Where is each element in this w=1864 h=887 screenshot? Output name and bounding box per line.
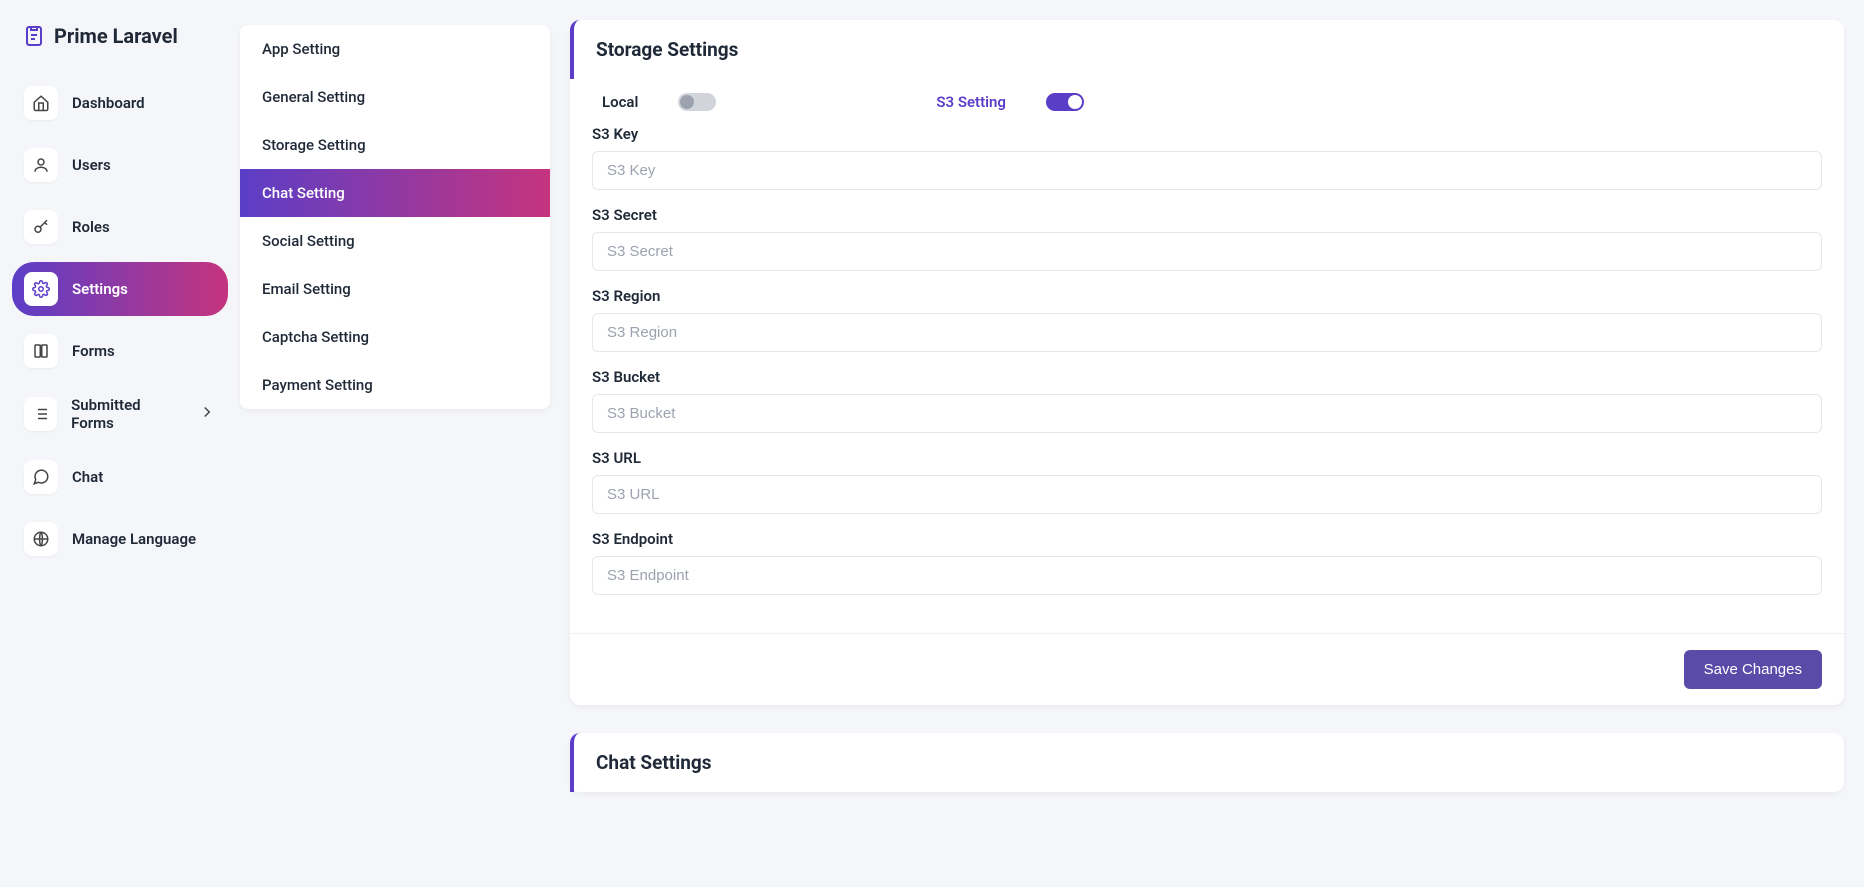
key-icon — [24, 210, 58, 244]
logo-text: Prime Laravel — [54, 24, 178, 48]
s3-region-label: S3 Region — [592, 287, 1822, 305]
forms-icon — [24, 334, 58, 368]
subnav-storage-setting[interactable]: Storage Setting — [240, 121, 550, 169]
s3-secret-input[interactable] — [592, 232, 1822, 271]
sidebar-item-manage-language[interactable]: Manage Language — [12, 512, 228, 566]
list-icon — [24, 397, 57, 431]
chat-icon — [24, 460, 58, 494]
sidebar-item-users[interactable]: Users — [12, 138, 228, 192]
sidebar-item-label: Forms — [72, 342, 115, 360]
logo[interactable]: Prime Laravel — [12, 18, 228, 68]
sidebar-item-settings[interactable]: Settings — [12, 262, 228, 316]
s3-endpoint-label: S3 Endpoint — [592, 530, 1822, 548]
sidebar-item-roles[interactable]: Roles — [12, 200, 228, 254]
s3-key-label: S3 Key — [592, 125, 1822, 143]
sidebar-main: Prime Laravel Dashboard Users Roles Sett… — [0, 0, 240, 887]
s3-url-label: S3 URL — [592, 449, 1822, 467]
subnav-general-setting[interactable]: General Setting — [240, 73, 550, 121]
s3-bucket-label: S3 Bucket — [592, 368, 1822, 386]
main-content: Storage Settings Local S3 Setting S3 Key — [550, 0, 1864, 887]
s3-url-input[interactable] — [592, 475, 1822, 514]
sidebar-item-label: Users — [72, 156, 111, 174]
settings-subnav: App Setting General Setting Storage Sett… — [240, 25, 550, 409]
sidebar-item-label: Manage Language — [72, 530, 196, 548]
sidebar-item-submitted-forms[interactable]: Submitted Forms — [12, 386, 228, 442]
sidebar-item-label: Dashboard — [72, 94, 145, 112]
subnav-chat-setting[interactable]: Chat Setting — [240, 169, 550, 217]
chevron-right-icon — [198, 403, 216, 425]
sidebar-item-dashboard[interactable]: Dashboard — [12, 76, 228, 130]
subnav-social-setting[interactable]: Social Setting — [240, 217, 550, 265]
local-toggle-label: Local — [602, 93, 638, 111]
storage-settings-title: Storage Settings — [570, 20, 1844, 79]
s3-region-input[interactable] — [592, 313, 1822, 352]
gear-icon — [24, 272, 58, 306]
sidebar-item-label: Chat — [72, 468, 103, 486]
sidebar-item-forms[interactable]: Forms — [12, 324, 228, 378]
s3-secret-label: S3 Secret — [592, 206, 1822, 224]
s3-toggle-label: S3 Setting — [936, 93, 1006, 111]
subnav-app-setting[interactable]: App Setting — [240, 25, 550, 73]
sidebar-item-chat[interactable]: Chat — [12, 450, 228, 504]
sidebar-item-label: Roles — [72, 218, 110, 236]
s3-toggle[interactable] — [1046, 93, 1084, 111]
subnav-email-setting[interactable]: Email Setting — [240, 265, 550, 313]
chat-settings-card: Chat Settings — [570, 733, 1844, 792]
save-changes-button[interactable]: Save Changes — [1684, 650, 1822, 689]
globe-icon — [24, 522, 58, 556]
storage-settings-card: Storage Settings Local S3 Setting S3 Key — [570, 20, 1844, 705]
subnav-captcha-setting[interactable]: Captcha Setting — [240, 313, 550, 361]
subnav-payment-setting[interactable]: Payment Setting — [240, 361, 550, 409]
s3-bucket-input[interactable] — [592, 394, 1822, 433]
user-icon — [24, 148, 58, 182]
s3-endpoint-input[interactable] — [592, 556, 1822, 595]
local-toggle[interactable] — [678, 93, 716, 111]
sidebar-item-label: Submitted Forms — [71, 396, 184, 432]
home-icon — [24, 86, 58, 120]
clipboard-icon — [22, 24, 46, 48]
chat-settings-title: Chat Settings — [570, 733, 1844, 792]
storage-mode-toggles: Local S3 Setting — [592, 93, 1822, 125]
sidebar-item-label: Settings — [72, 280, 128, 298]
s3-key-input[interactable] — [592, 151, 1822, 190]
